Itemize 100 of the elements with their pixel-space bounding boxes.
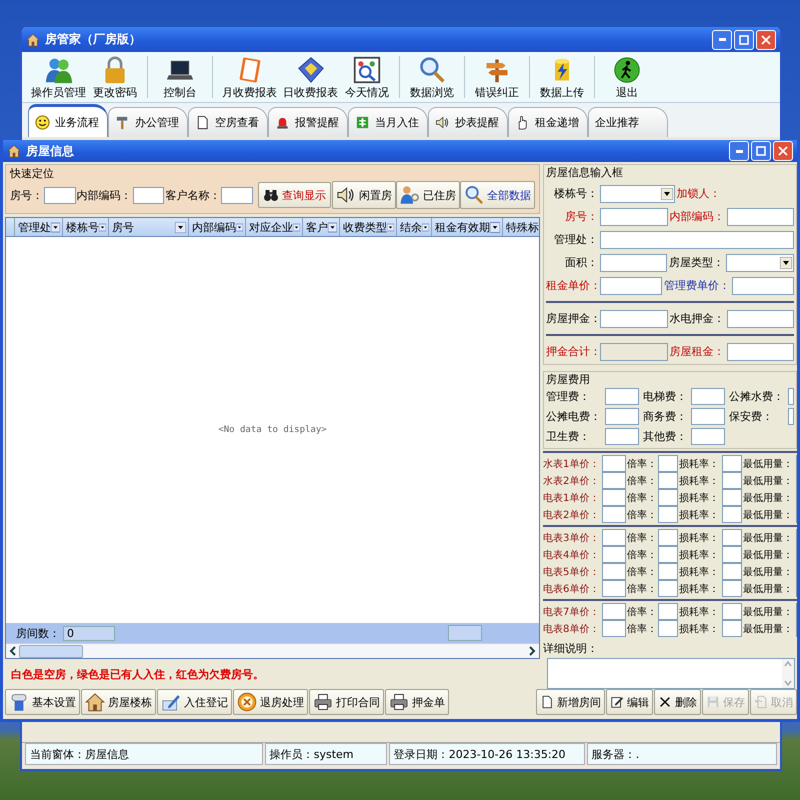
- record-button[interactable]: 删除: [654, 689, 701, 715]
- input-field[interactable]: [722, 563, 742, 580]
- filter-button[interactable]: 闲置房: [332, 181, 396, 209]
- tab[interactable]: 当月入住: [348, 107, 428, 137]
- toolbar-button[interactable]: 退出: [601, 52, 653, 102]
- tab[interactable]: 企业推荐: [588, 107, 668, 137]
- input-field[interactable]: [658, 603, 678, 620]
- filter-button[interactable]: 全部数据: [460, 181, 536, 209]
- column-header[interactable]: 客户: [303, 218, 340, 236]
- column-header[interactable]: 楼栋号: [63, 218, 109, 236]
- dropdown-arrow-icon[interactable]: [51, 222, 60, 232]
- input-field[interactable]: [605, 428, 639, 445]
- input-field[interactable]: [658, 489, 678, 506]
- input-field[interactable]: [132, 186, 164, 204]
- input-field[interactable]: [600, 276, 662, 294]
- dropdown-arrow-icon[interactable]: [422, 222, 429, 232]
- maximize-button[interactable]: [751, 141, 771, 161]
- input-field[interactable]: [602, 563, 626, 580]
- search-button[interactable]: 查询显示: [258, 182, 332, 208]
- input-field[interactable]: [722, 580, 742, 597]
- input-field[interactable]: [600, 310, 668, 328]
- column-header[interactable]: 管理处: [15, 218, 63, 236]
- dropdown-arrow-icon[interactable]: [387, 222, 394, 232]
- dropdown-arrow-icon[interactable]: [99, 222, 106, 232]
- horizontal-scrollbar[interactable]: [6, 643, 539, 658]
- action-button[interactable]: 押金单: [385, 689, 449, 715]
- input-field[interactable]: [722, 603, 742, 620]
- input-field[interactable]: [658, 472, 678, 489]
- tab[interactable]: 办公管理: [108, 107, 188, 137]
- input-field[interactable]: [726, 342, 794, 360]
- input-field[interactable]: [602, 472, 626, 489]
- toolbar-button[interactable]: 日收费报表: [280, 52, 341, 102]
- dropdown-arrow-icon[interactable]: [236, 222, 243, 232]
- input-field[interactable]: [722, 546, 742, 563]
- input-field[interactable]: [600, 230, 794, 248]
- action-button[interactable]: 基本设置: [5, 689, 80, 715]
- input-field[interactable]: [722, 529, 742, 546]
- input-field[interactable]: [658, 455, 678, 472]
- input-field[interactable]: [602, 506, 626, 523]
- tab[interactable]: 业务流程: [28, 104, 108, 137]
- input-field[interactable]: [602, 455, 626, 472]
- column-header[interactable]: 结余: [397, 218, 432, 236]
- record-button[interactable]: 新增房间: [536, 689, 605, 715]
- input-field[interactable]: [44, 186, 76, 204]
- toolbar-button[interactable]: 操作员管理: [28, 52, 89, 102]
- dropdown-arrow-icon[interactable]: [328, 222, 337, 232]
- input-field[interactable]: [722, 489, 742, 506]
- input-field[interactable]: [602, 620, 626, 637]
- column-header[interactable]: 特殊标: [503, 218, 539, 236]
- action-button[interactable]: 退房处理: [233, 689, 308, 715]
- input-field[interactable]: [658, 563, 678, 580]
- tab[interactable]: 空房查看: [188, 107, 268, 137]
- input-field[interactable]: [726, 310, 794, 328]
- vertical-scrollbar[interactable]: [782, 659, 794, 688]
- input-field[interactable]: [726, 208, 794, 226]
- action-button[interactable]: 打印合同: [309, 689, 384, 715]
- scrollbar-thumb[interactable]: [19, 644, 83, 658]
- dropdown-arrow-icon[interactable]: [175, 222, 186, 232]
- action-button[interactable]: 入住登记: [157, 689, 232, 715]
- input-field[interactable]: [691, 388, 725, 405]
- input-field[interactable]: [658, 506, 678, 523]
- column-header[interactable]: 内部编码: [189, 218, 246, 236]
- dropdown-arrow-icon[interactable]: [660, 188, 672, 200]
- toolbar-button[interactable]: 数据浏览: [406, 52, 458, 102]
- minimize-button[interactable]: [729, 141, 749, 161]
- tab[interactable]: 租金递增: [508, 107, 588, 137]
- toolbar-button[interactable]: 错误纠正: [471, 52, 523, 102]
- column-header[interactable]: 房号: [109, 218, 189, 236]
- filter-button[interactable]: 已住房: [396, 181, 460, 209]
- maximize-button[interactable]: [734, 30, 754, 50]
- toolbar-button[interactable]: 今天情况: [341, 52, 393, 102]
- dropdown-arrow-icon[interactable]: [780, 256, 792, 268]
- input-field[interactable]: [691, 428, 725, 445]
- input-field[interactable]: [722, 455, 742, 472]
- toolbar-button[interactable]: 数据上传: [536, 52, 588, 102]
- close-button[interactable]: [773, 141, 793, 161]
- input-field[interactable]: [600, 208, 668, 226]
- input-field[interactable]: [658, 580, 678, 597]
- input-field[interactable]: [722, 620, 742, 637]
- record-button[interactable]: 编辑: [606, 689, 653, 715]
- toolbar-button[interactable]: 更改密码: [89, 52, 141, 102]
- input-field[interactable]: [732, 276, 794, 294]
- input-field[interactable]: [658, 620, 678, 637]
- toolbar-button[interactable]: 月收费报表: [219, 52, 280, 102]
- minimize-button[interactable]: [712, 30, 732, 50]
- input-field[interactable]: [658, 529, 678, 546]
- column-header[interactable]: 收费类型: [340, 218, 397, 236]
- input-field[interactable]: [605, 388, 639, 405]
- input-field[interactable]: [788, 408, 794, 425]
- dropdown-field[interactable]: [600, 184, 674, 202]
- input-field[interactable]: [602, 580, 626, 597]
- input-field[interactable]: [602, 546, 626, 563]
- dropdown-arrow-icon[interactable]: [490, 222, 500, 232]
- input-field[interactable]: [221, 186, 254, 204]
- input-field[interactable]: [602, 489, 626, 506]
- close-button[interactable]: [756, 30, 776, 50]
- input-field[interactable]: [722, 472, 742, 489]
- action-button[interactable]: 房屋楼栋: [81, 689, 156, 715]
- tab[interactable]: 报警提醒: [268, 107, 348, 137]
- column-header[interactable]: 对应企业: [246, 218, 303, 236]
